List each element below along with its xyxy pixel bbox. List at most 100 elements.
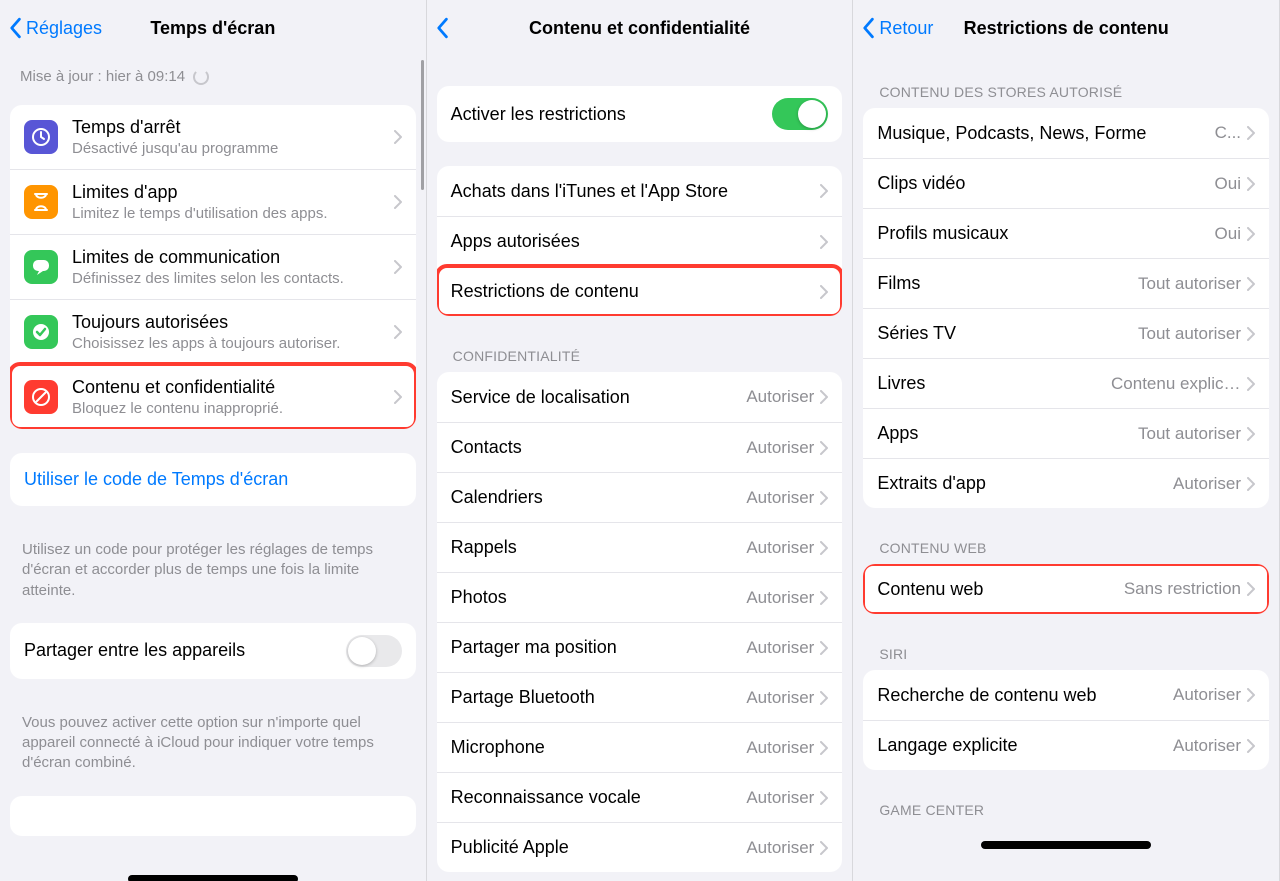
row-content-restrictions[interactable]: Restrictions de contenu [437,266,843,316]
chevron-right-icon [820,184,828,198]
row-value: Autoriser [1173,736,1241,756]
home-indicator [853,826,1279,864]
row-title: Apps [877,423,1138,444]
enable-toggle[interactable] [772,98,828,130]
list-row[interactable]: PhotosAutoriser [437,572,843,622]
row-title: Microphone [451,737,747,758]
row-value: Autoriser [746,588,814,608]
list-row[interactable]: Langage expliciteAutoriser [863,720,1269,770]
list-row[interactable]: Service de localisationAutoriser [437,372,843,422]
row-value: Autoriser [1173,685,1241,705]
back-button[interactable] [435,17,453,39]
no-entry-icon [24,380,58,414]
back-button[interactable]: Retour [861,17,933,39]
list-row[interactable]: LivresContenu explicite [863,358,1269,408]
chevron-right-icon [820,285,828,299]
share-group: Partager entre les appareils [10,623,416,679]
back-label: Retour [879,18,933,39]
row-value: Autoriser [746,438,814,458]
chevron-left-icon [861,17,875,39]
row-communication-limits[interactable]: Limites de communication Définissez des … [10,234,416,299]
list-row[interactable]: RappelsAutoriser [437,522,843,572]
chevron-right-icon [820,541,828,555]
siri-header: Siri [853,638,1279,670]
list-row[interactable]: Clips vidéoOui [863,158,1269,208]
row-title: Rappels [451,537,747,558]
row-title: Livres [877,373,1111,394]
chevron-right-icon [820,791,828,805]
chevron-right-icon [820,741,828,755]
spinner-icon [193,69,209,85]
list-row[interactable]: MicrophoneAutoriser [437,722,843,772]
list-row[interactable]: Partage BluetoothAutoriser [437,672,843,722]
row-content-privacy[interactable]: Contenu et confidentialité Bloquez le co… [10,364,416,429]
row-app-limits[interactable]: Limites d'app Limitez le temps d'utilisa… [10,169,416,234]
row-value: Oui [1215,174,1241,194]
row-title: Temps d'arrêt [72,117,394,138]
list-row[interactable]: Contenu webSans restriction [863,564,1269,614]
list-row[interactable]: Recherche de contenu webAutoriser [863,670,1269,720]
row-value: Autoriser [746,488,814,508]
chevron-right-icon [1247,177,1255,191]
chevron-right-icon [820,390,828,404]
row-title: Publicité Apple [451,837,747,858]
row-value: Autoriser [746,387,814,407]
row-enable-restrictions[interactable]: Activer les restrictions [437,86,843,142]
row-share-devices[interactable]: Partager entre les appareils [10,623,416,679]
list-row[interactable]: FilmsTout autoriser [863,258,1269,308]
chevron-right-icon [394,130,402,144]
row-title: Extraits d'app [877,473,1173,494]
row-title: Recherche de contenu web [877,685,1173,706]
row-value: Autoriser [1173,474,1241,494]
row-value: Tout autoriser [1138,424,1241,444]
scroll-indicator [421,60,424,190]
row-title: Langage explicite [877,735,1173,756]
list-row[interactable]: Séries TVTout autoriser [863,308,1269,358]
row-value: Autoriser [746,838,814,858]
row-value: Autoriser [746,688,814,708]
list-row[interactable]: Partager ma positionAutoriser [437,622,843,672]
chevron-right-icon [1247,327,1255,341]
row-value: Autoriser [746,538,814,558]
siri-group: Recherche de contenu webAutoriserLangage… [863,670,1269,770]
panel-screen-time: Réglages Temps d'écran Mise à jour : hie… [0,0,427,881]
row-value: Tout autoriser [1138,274,1241,294]
back-label: Réglages [26,18,102,39]
chevron-right-icon [394,325,402,339]
nav-bar: Contenu et confidentialité [427,0,853,56]
chevron-left-icon [8,17,22,39]
list-row[interactable]: Reconnaissance vocaleAutoriser [437,772,843,822]
partial-group [10,796,416,836]
list-row[interactable]: Extraits d'appAutoriser [863,458,1269,508]
back-button[interactable]: Réglages [8,17,102,39]
row-title: Reconnaissance vocale [451,787,747,808]
panel-content-privacy: Contenu et confidentialité Activer les r… [427,0,854,881]
use-code-link[interactable]: Utiliser le code de Temps d'écran [10,453,416,506]
row-title: Activer les restrictions [451,104,773,125]
row-title: Contenu web [877,579,1124,600]
row-itunes-purchases[interactable]: Achats dans l'iTunes et l'App Store [437,166,843,216]
code-group: Utiliser le code de Temps d'écran [10,453,416,506]
chat-icon [24,250,58,284]
confidentiality-group: Service de localisationAutoriserContacts… [437,372,843,872]
row-value: Oui [1215,224,1241,244]
row-value: Autoriser [746,638,814,658]
row-title: Partage Bluetooth [451,687,747,708]
section1-group: Achats dans l'iTunes et l'App Store Apps… [437,166,843,316]
list-row[interactable]: CalendriersAutoriser [437,472,843,522]
row-always-allowed[interactable]: Toujours autorisées Choisissez les apps … [10,299,416,364]
row-title: Profils musicaux [877,223,1214,244]
list-row[interactable]: AppsTout autoriser [863,408,1269,458]
chevron-right-icon [1247,477,1255,491]
row-allowed-apps[interactable]: Apps autorisées [437,216,843,266]
list-row[interactable]: Publicité AppleAutoriser [437,822,843,872]
row-title: Apps autorisées [451,231,821,252]
list-row[interactable]: ContactsAutoriser [437,422,843,472]
list-row[interactable]: Musique, Podcasts, News, FormeC... [863,108,1269,158]
row-downtime[interactable]: Temps d'arrêt Désactivé jusqu'au program… [10,105,416,169]
share-toggle[interactable] [346,635,402,667]
row-title: Toujours autorisées [72,312,394,333]
row-title: Partager entre les appareils [24,640,346,661]
row-value: C... [1215,123,1241,143]
list-row[interactable]: Profils musicauxOui [863,208,1269,258]
